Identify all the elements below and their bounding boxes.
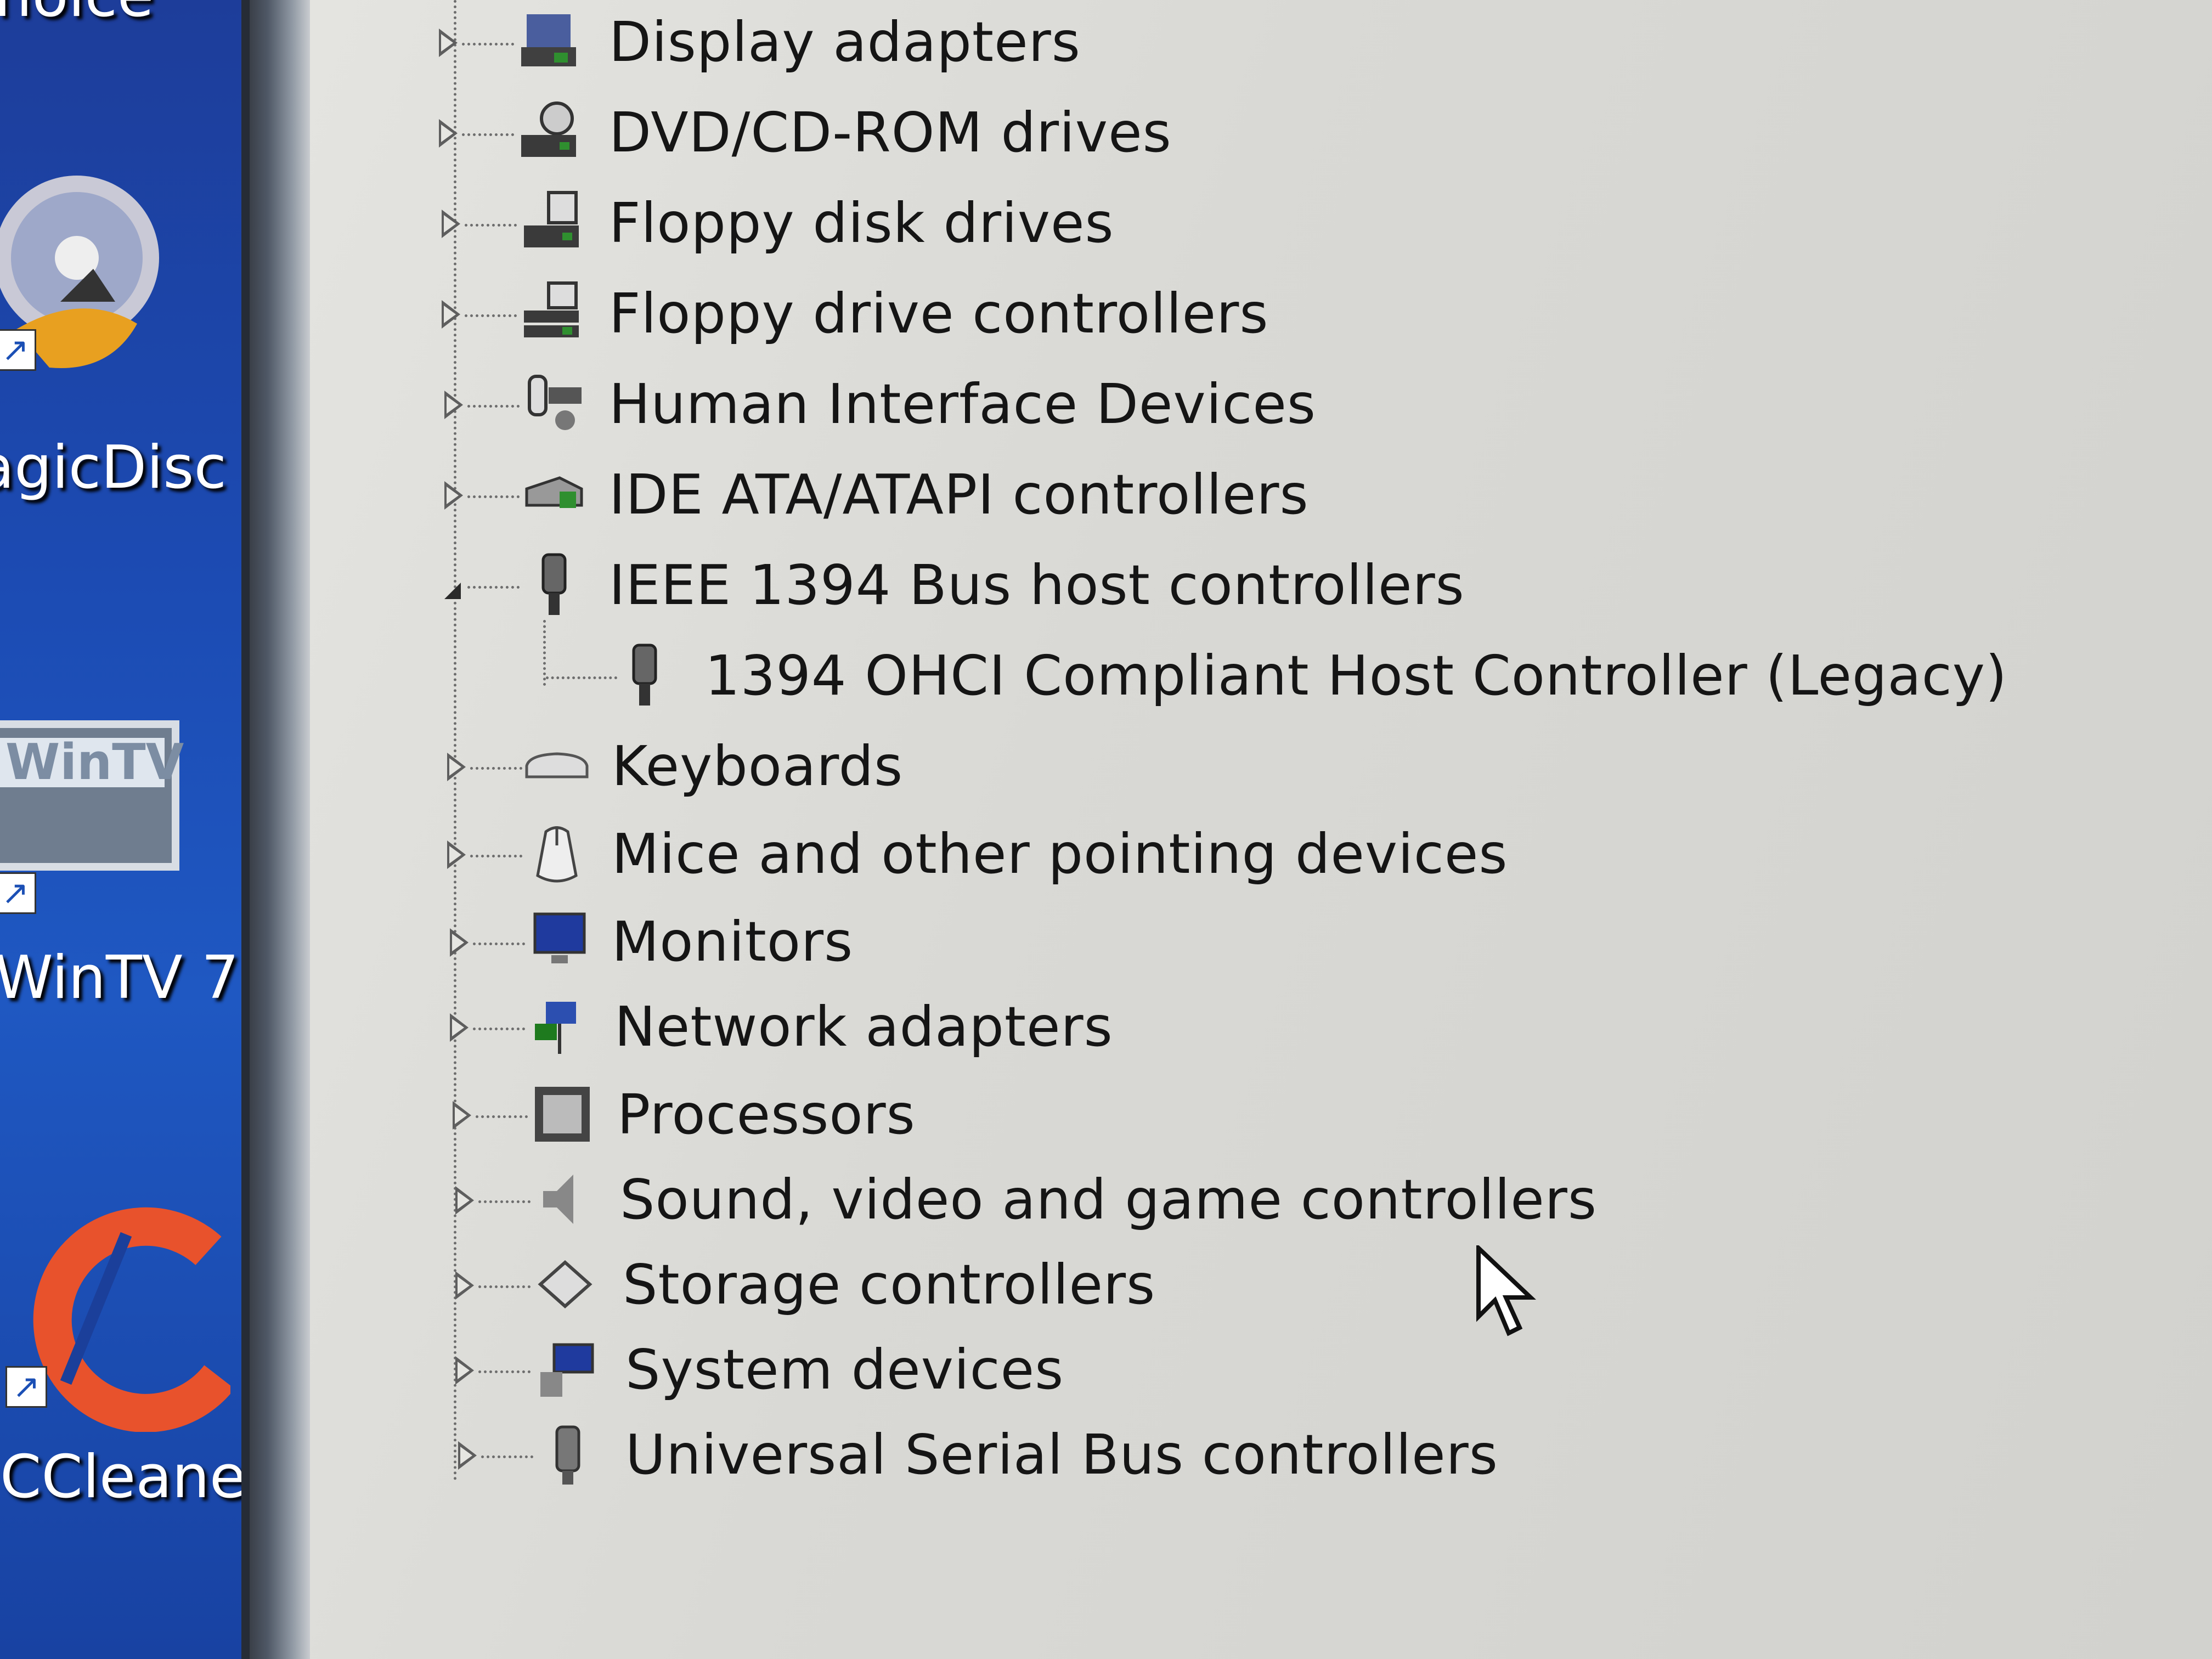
expand-arrow-icon[interactable] [444,391,463,419]
tree-item-label: Storage controllers [623,1252,1156,1317]
desktop-icon-label: WinTV 7 [0,944,239,1012]
tree-item-label: Processors [617,1082,916,1147]
display-adapter-icon [521,14,576,66]
desktop-icon-label: noice [0,0,154,30]
processor-icon [535,1087,590,1142]
system-devices-icon [540,1343,594,1397]
expand-arrow-icon[interactable] [453,1101,471,1130]
desktop-icon-label: CCleaner [0,1443,250,1511]
expand-arrow-icon[interactable] [455,1356,474,1385]
expand-arrow-icon[interactable] [439,119,458,148]
expand-arrow-icon[interactable] [450,1013,469,1042]
monitor-icon [533,912,586,963]
expand-arrow-icon[interactable] [458,1441,477,1470]
floppy-disk-icon [524,191,579,247]
speaker-icon [543,1175,573,1224]
tree-item-label: Monitors [612,910,854,974]
desktop-icon-partial[interactable]: noice [0,0,230,33]
window-border [250,0,310,1659]
network-adapter-icon [535,1002,576,1054]
expand-arrow-icon[interactable] [450,928,469,957]
dvd-drive-icon [521,101,576,157]
expand-arrow-icon[interactable] [439,29,458,57]
tree-item-label: System devices [625,1338,1064,1402]
tree-item-label: 1394 OHCI Compliant Host Controller (Leg… [705,644,2007,708]
expand-arrow-icon[interactable] [455,1186,474,1215]
tree-item-label: Mice and other pointing devices [612,822,1508,886]
firewire-icon [632,644,657,706]
tree-item-label: IDE ATA/ATAPI controllers [609,462,1309,527]
shortcut-arrow-icon: ↗ [0,872,36,914]
expand-arrow-icon[interactable] [444,481,463,510]
tree-item-label: IEEE 1394 Bus host controllers [609,553,1465,617]
tree-item-label: Floppy disk drives [609,191,1114,255]
shortcut-arrow-icon: ↗ [0,329,36,371]
hid-icon [528,375,582,430]
shortcut-arrow-icon: ↗ [5,1366,47,1408]
firewire-icon [541,553,567,615]
usb-icon [555,1425,580,1485]
expand-arrow-icon[interactable] [455,1271,474,1300]
keyboard-icon [525,752,589,778]
device-tree: Display adapters DVD/CD-ROM drives Flopp… [310,0,2212,1659]
tree-item-label: Network adapters [614,995,1113,1059]
mouse-icon [536,826,578,883]
tree-item-label: Universal Serial Bus controllers [625,1423,1498,1487]
expand-arrow-icon[interactable] [447,753,466,781]
svg-text:WinTV: WinTV [5,733,184,791]
tree-item-label: Human Interface Devices [609,372,1317,436]
desktop-icon-label: agicDisc [0,433,227,502]
expand-arrow-icon[interactable] [442,210,460,238]
tree-item-label: Floppy drive controllers [609,281,1269,346]
tree-item-label: Sound, video and game controllers [620,1167,1597,1232]
tree-item-label: DVD/CD-ROM drives [609,100,1172,165]
desktop-icon-ccleaner[interactable]: ↗ CCleaner [0,1201,250,1531]
expand-arrow-icon[interactable] [447,840,466,869]
storage-controller-icon [538,1260,592,1309]
tree-item-label: Keyboards [612,734,904,798]
tree-connector-line [543,620,546,686]
ide-controller-icon [525,476,583,508]
desktop-icon-magicdisc[interactable]: ↗ agicDisc [0,165,230,502]
mouse-pointer-icon [1476,1245,1536,1336]
desktop-icon-wintv[interactable]: WinTV ↗ WinTV 7 [0,713,239,1020]
collapse-arrow-icon[interactable] [444,583,461,599]
floppy-controller-icon [524,281,579,337]
expand-arrow-icon[interactable] [442,300,460,329]
desktop-area: noice ↗ agicDisc WinTV ↗ WinTV 7 ↗ CClea… [0,0,250,1659]
tree-item-label: Display adapters [609,10,1081,74]
